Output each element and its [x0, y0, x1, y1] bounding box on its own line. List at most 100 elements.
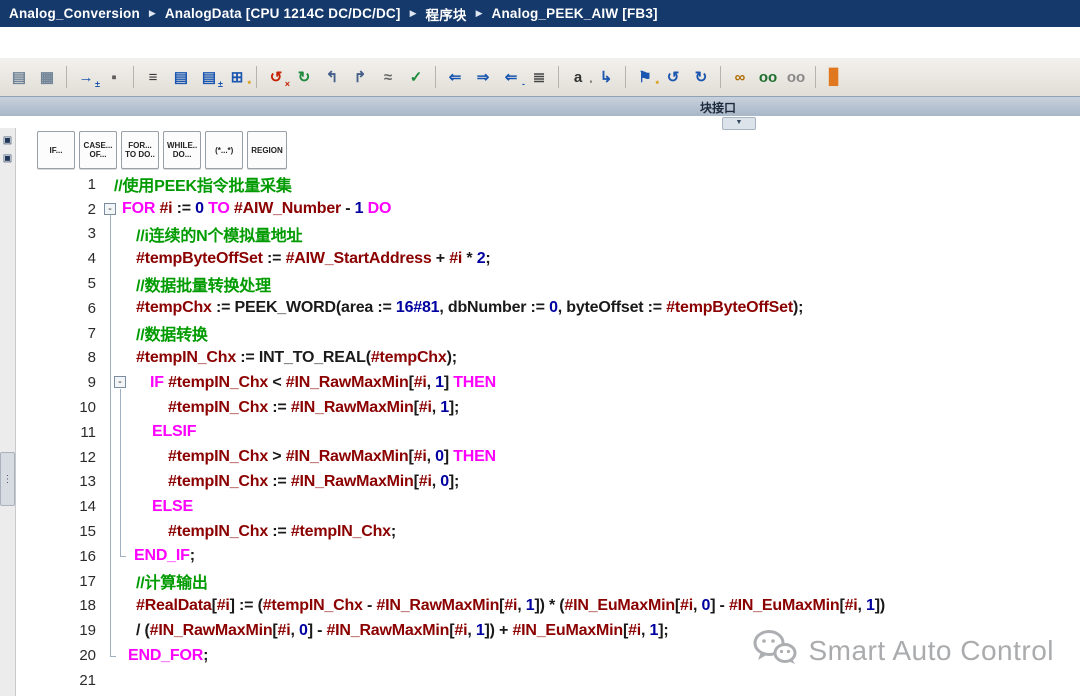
view-split-icon[interactable]: ▤: [6, 65, 32, 89]
code-line[interactable]: 11 ELSIF: [16, 420, 1080, 445]
display-format-icon-badge: ': [589, 79, 592, 89]
monitor-on-icon[interactable]: oo: [755, 65, 781, 89]
collapse-region-icon[interactable]: -: [114, 376, 126, 388]
collapse-region-icon[interactable]: -: [104, 203, 116, 215]
line-number: 17: [79, 572, 96, 590]
code-line[interactable]: 18 #RealData[#i] := (#tempIN_Chx - #IN_Ra…: [16, 594, 1080, 619]
display-format-icon[interactable]: a ': [565, 65, 592, 90]
tab-if[interactable]: IF...: [37, 131, 75, 169]
discard-call-icon-glyph: ↺: [269, 69, 283, 86]
snippets-pane-icon[interactable]: ▣: [1, 152, 14, 165]
code-text: //数据批量转换处理: [136, 277, 271, 295]
discard-call-icon[interactable]: ↺ ×: [263, 65, 290, 89]
expand-blocks-icon[interactable]: ▤ ±: [196, 65, 223, 89]
code-line[interactable]: 13 #tempIN_Chx := #IN_RawMaxMin[#i, 0];: [16, 470, 1080, 495]
breadcrumb-item[interactable]: Analog_Conversion: [9, 6, 140, 21]
decrease-indent-icon-glyph: ⇐: [504, 69, 518, 86]
monitor-on-icon-glyph: oo: [758, 68, 778, 86]
breadcrumb-item[interactable]: 程序块: [426, 4, 467, 24]
pin-icon[interactable]: ▪: [101, 65, 127, 89]
tab-while-do[interactable]: WHILE.. DO...: [163, 131, 202, 169]
scl-code-editor[interactable]: 1 //使用PEEK指令批量采集 2 FOR #i := 0 TO #AIW_Numb…: [16, 172, 1080, 696]
line-number: 18: [79, 597, 96, 615]
insert-row-icon-badge: ±: [95, 79, 100, 89]
editor-toolbar: ▤ ▦ → ± ▪ ≡ ▤ ▤ ± ⊞ * ↺ × ↻ ↰ ↱ ≈ ✓ ⇐ ⇒ ⇐ - ≣ a ' ↳ ⚑ * ↺ ↻ ∞ oo oo ▊: [0, 58, 1080, 97]
go-to-next-icon[interactable]: ↻: [291, 65, 317, 89]
interface-collapse-handle[interactable]: ▼: [722, 117, 756, 130]
code-line[interactable]: 12 #tempIN_Chx > #IN_RawMaxMin[#i, 0] THE…: [16, 445, 1080, 470]
favorites-icon[interactable]: ⊞ *: [224, 65, 251, 89]
consistency-check-icon[interactable]: ✓: [403, 65, 429, 89]
line-number: 4: [87, 250, 96, 268]
open-blocks-icon[interactable]: ▤: [168, 65, 194, 89]
code-text: #RealData[#i] := (#tempIN_Chx - #IN_RawM…: [136, 596, 886, 614]
fold-guide-tick: [120, 556, 126, 557]
outdent-icon[interactable]: ⇐: [442, 65, 468, 89]
breadcrumb-item[interactable]: AnalogData [CPU 1214C DC/DC/DC]: [165, 6, 401, 21]
tab-case-of[interactable]: CASE... OF...: [79, 131, 117, 169]
flag-icon-glyph: ⚑: [638, 69, 652, 86]
interface-collapse-strip: ▼: [0, 116, 1080, 130]
favorites-icon-glyph: ⊞: [230, 69, 244, 86]
code-text: ELSE: [152, 497, 193, 515]
compare-icon[interactable]: ≈: [375, 65, 401, 89]
left-edge-strip: ▣ ▣ ⋮: [0, 128, 16, 696]
code-lines: 1 //使用PEEK指令批量采集 2 FOR #i := 0 TO #AIW_Numb…: [16, 172, 1080, 693]
link-icon-glyph: ∞: [734, 68, 746, 86]
safety-mode-icon[interactable]: ▊: [822, 65, 848, 89]
code-line[interactable]: 20 END_FOR;: [16, 643, 1080, 668]
code-line[interactable]: 19 / (#IN_RawMaxMin[#i, 0] - #IN_RawMaxMi…: [16, 618, 1080, 643]
monitor-off-icon[interactable]: oo: [783, 65, 809, 89]
discard-call-icon-badge: ×: [284, 79, 290, 89]
line-number: 10: [79, 399, 96, 417]
code-line[interactable]: 5 //数据批量转换处理: [16, 271, 1080, 296]
declarations-pane-icon[interactable]: ▣: [1, 134, 14, 147]
jump-back-icon[interactable]: ↰: [319, 65, 345, 89]
code-line[interactable]: 2 FOR #i := 0 TO #AIW_Number - 1 DO: [16, 197, 1080, 222]
code-line[interactable]: 8 #tempIN_Chx := INT_TO_REAL(#tempChx);: [16, 346, 1080, 371]
view-split-icon-glyph: ▤: [11, 69, 27, 86]
tab-region[interactable]: REGION: [247, 131, 287, 169]
tab-for-to-do[interactable]: FOR... TO DO..: [121, 131, 159, 169]
indent-icon-glyph: ⇒: [476, 69, 490, 86]
jump-forward-icon[interactable]: ↱: [347, 65, 373, 89]
code-line[interactable]: 15 #tempIN_Chx := #tempIN_Chx;: [16, 519, 1080, 544]
code-line[interactable]: 10 #tempIN_Chx := #IN_RawMaxMin[#i, 1];: [16, 395, 1080, 420]
code-line[interactable]: 14 ELSE: [16, 494, 1080, 519]
breadcrumb: Analog_Conversion ▶ AnalogData [CPU 1214C …: [0, 0, 1080, 27]
code-line[interactable]: 4 #tempByteOffSet := #AIW_StartAddress + …: [16, 246, 1080, 271]
code-text: //数据转换: [136, 327, 208, 345]
code-line[interactable]: 21: [16, 668, 1080, 693]
code-line[interactable]: 17 //计算输出: [16, 569, 1080, 594]
toolbar-separator: [815, 66, 816, 88]
code-text: END_FOR;: [128, 646, 209, 664]
insert-network-icon[interactable]: ↳: [593, 65, 619, 89]
tab-comment[interactable]: (*...*): [205, 131, 244, 169]
safety-mode-icon-glyph: ▊: [829, 69, 841, 86]
line-number: 21: [79, 671, 96, 689]
line-list-icon[interactable]: ≡: [140, 65, 166, 89]
renumber-icon[interactable]: ≣: [526, 65, 552, 89]
line-number: 12: [79, 448, 96, 466]
insert-row-icon-glyph: →: [78, 68, 94, 86]
code-line[interactable]: 1 //使用PEEK指令批量采集: [16, 172, 1080, 197]
line-list-icon-glyph: ≡: [148, 68, 158, 86]
view-grid-icon[interactable]: ▦: [34, 65, 60, 89]
code-line[interactable]: 9 IF #tempIN_Chx < #IN_RawMaxMin[#i, 1] T…: [16, 370, 1080, 395]
update-call-icon[interactable]: ↻: [688, 65, 714, 89]
link-icon[interactable]: ∞: [727, 65, 753, 89]
flag-icon[interactable]: ⚑ *: [632, 65, 659, 89]
code-text: ELSIF: [152, 423, 197, 441]
panel-splitter-handle[interactable]: ⋮: [0, 452, 15, 506]
code-line[interactable]: 6 #tempChx := PEEK_WORD(area := 16#81, db…: [16, 296, 1080, 321]
insert-row-icon[interactable]: → ±: [73, 65, 101, 90]
code-text: //使用PEEK指令批量采集: [114, 178, 292, 196]
code-line[interactable]: 16 END_IF;: [16, 544, 1080, 569]
decrease-indent-icon[interactable]: ⇐ -: [498, 65, 525, 89]
indent-icon[interactable]: ⇒: [470, 65, 496, 89]
breadcrumb-item[interactable]: Analog_PEEK_AIW [FB3]: [492, 6, 658, 21]
code-line[interactable]: 3 //i连续的N个模拟量地址: [16, 222, 1080, 247]
toolbar-separator: [435, 66, 436, 88]
code-line[interactable]: 7 //数据转换: [16, 321, 1080, 346]
call-environment-icon[interactable]: ↺: [660, 65, 686, 89]
